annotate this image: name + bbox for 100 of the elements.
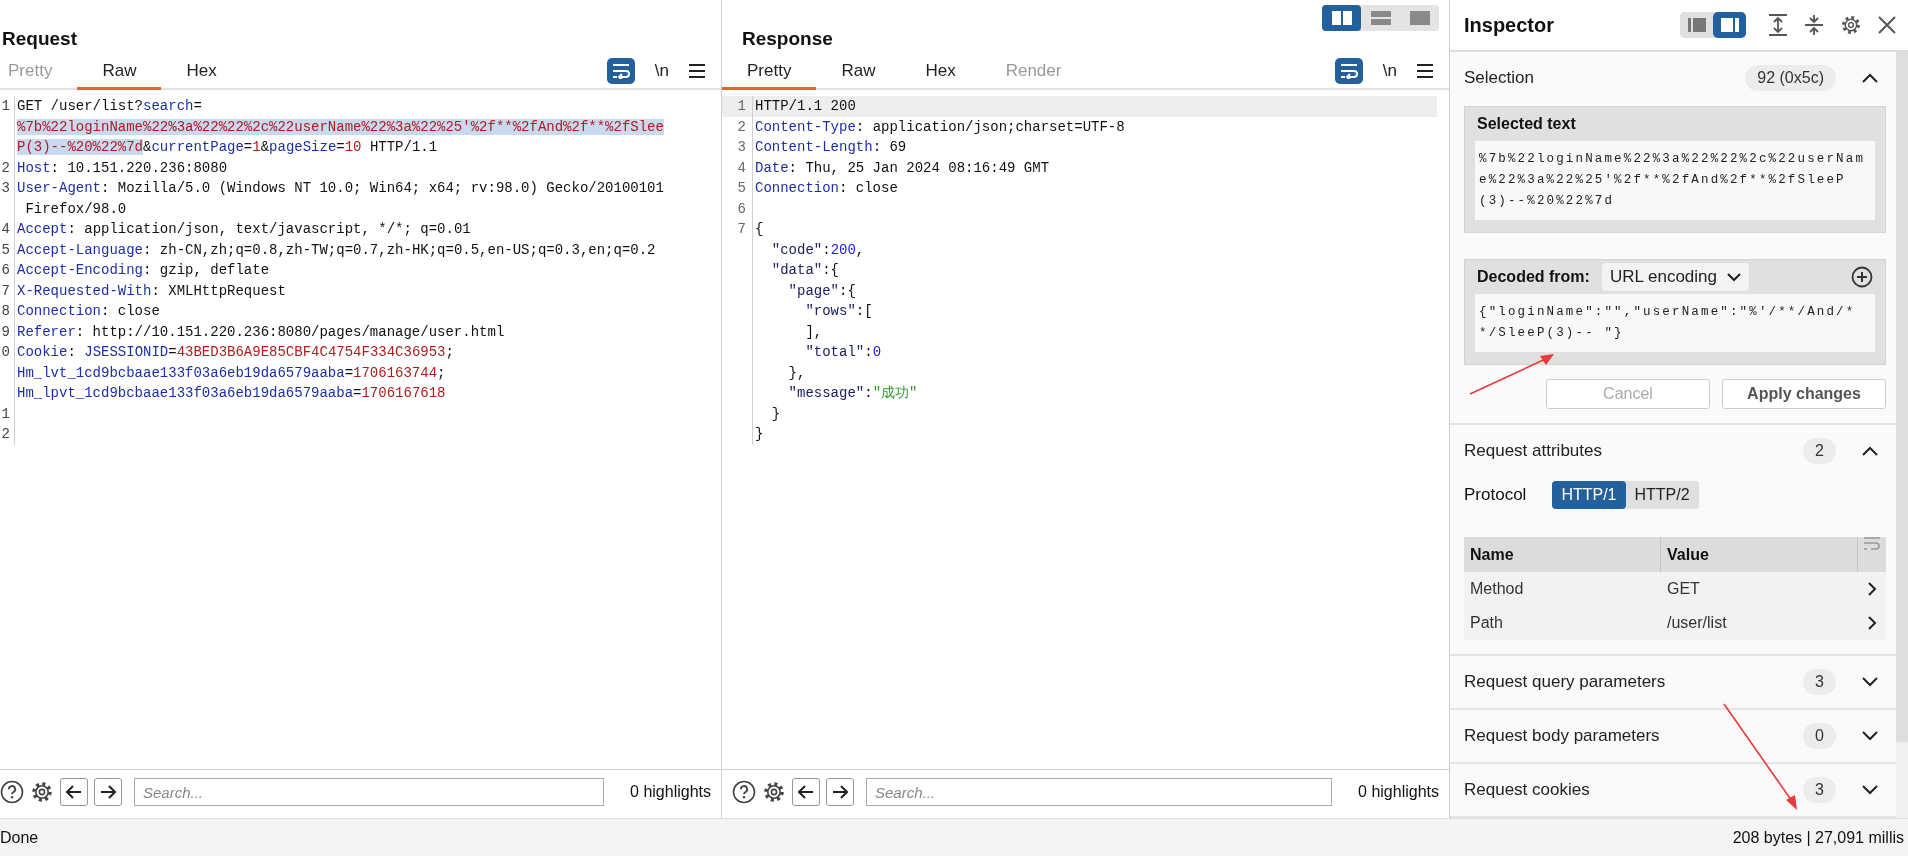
apply-button[interactable]: Apply changes	[1722, 379, 1886, 409]
section-title[interactable]: Request cookies	[1464, 780, 1804, 800]
code-text: }	[755, 426, 764, 442]
view-tab[interactable]: Raw	[77, 54, 162, 90]
chevron-icon[interactable]	[1862, 731, 1878, 741]
section-title[interactable]: Selection	[1464, 68, 1746, 88]
chevron-icon[interactable]	[1866, 581, 1877, 597]
encoding-dropdown[interactable]: URL encoding	[1601, 263, 1749, 291]
section-title[interactable]: Request body parameters	[1464, 726, 1804, 746]
code-text: : Thu, 25 Jan 2024 08:16:49 GMT	[788, 159, 1050, 176]
newline-toggle[interactable]: \n	[650, 61, 673, 81]
menu-icon[interactable]	[1417, 64, 1433, 78]
wrap-icon	[1338, 63, 1359, 79]
previous-button[interactable]	[60, 778, 88, 806]
code-text: Hm_lvt_1cd9bcbaae133f03a6eb19da6579aaba	[17, 364, 345, 381]
code-text: 43BED3B6A9E85CBF4C4754F334C36953	[176, 344, 446, 360]
line-number: 5	[722, 178, 753, 199]
code-text: :{	[822, 262, 840, 278]
code-text: 200	[830, 241, 856, 258]
code-text: : gzip, deflate	[143, 262, 270, 278]
previous-button[interactable]	[792, 778, 820, 806]
view-tab[interactable]: Hex	[161, 54, 242, 90]
code-text: ,	[855, 241, 865, 258]
search-field[interactable]: Search...	[866, 778, 1333, 806]
collapse-icon[interactable]	[1804, 14, 1824, 36]
code-text: search	[143, 98, 194, 114]
line-number: 7	[0, 280, 15, 301]
expand-icon[interactable]	[1768, 14, 1788, 36]
code-text: Content-Length	[755, 139, 873, 155]
search-field[interactable]: Search...	[134, 778, 605, 806]
chevron-icon[interactable]	[1862, 446, 1878, 456]
newline-toggle[interactable]: \n	[1378, 61, 1401, 81]
code-text: =	[336, 139, 345, 155]
next-button[interactable]	[826, 778, 854, 806]
chevron-icon[interactable]	[1862, 785, 1878, 795]
code-text: =	[353, 385, 362, 401]
line-number: 1	[0, 96, 15, 117]
column-header: Value	[1661, 537, 1858, 572]
panel-title: Request	[2, 28, 77, 50]
chevron-icon[interactable]	[1862, 73, 1878, 83]
wrap-lines-button[interactable]	[1334, 58, 1363, 84]
line-number: 5	[0, 239, 15, 260]
code-text: Hm_lpvt_1cd9bcbaae133f03a6eb19da6579aaba	[17, 385, 354, 401]
code-text: =	[243, 139, 253, 155]
section-title[interactable]: Request query parameters	[1464, 672, 1804, 692]
add-icon[interactable]	[1851, 266, 1873, 288]
section-title[interactable]: Request attributes	[1464, 441, 1804, 461]
code-text: %7b%22loginName%22%3a%22%22%2c%22userName%22%3a%22%25'%2f**%2fAnd%2f**%2fSlee	[17, 118, 664, 135]
code-text: Connection	[755, 180, 839, 196]
left-arrow-icon	[798, 785, 814, 799]
code-text: : application/json;charset=UTF-8	[855, 118, 1125, 135]
columns-icon	[1331, 11, 1352, 25]
chevron-icon	[1727, 272, 1741, 282]
line-number: 6	[0, 260, 15, 281]
count-badge: 2	[1803, 438, 1836, 464]
code-text: "rows"	[804, 303, 856, 319]
menu-icon[interactable]	[689, 64, 705, 78]
code-text: 1706163744	[353, 364, 438, 381]
help-icon[interactable]	[0, 780, 24, 804]
code-text: : application/json, text/javascript, */*; q=0.01	[67, 221, 471, 237]
protocol-option[interactable]: HTTP/1	[1552, 481, 1626, 509]
code-text: GET /user/list?	[17, 98, 144, 114]
line-number: 2	[0, 424, 15, 445]
code-text: },	[787, 364, 806, 381]
box-title: Decoded from:	[1477, 268, 1590, 286]
next-button[interactable]	[94, 778, 122, 806]
table-cell-text: Path	[1469, 614, 1504, 632]
view-tab[interactable]: Raw	[816, 54, 901, 90]
code-text: 10	[344, 139, 362, 155]
code-text: Cookie	[17, 344, 68, 360]
code-text: : close	[101, 303, 160, 319]
line-number: 3	[722, 137, 753, 158]
code-text: Content-Type	[755, 118, 856, 135]
line-number: 6	[722, 198, 753, 219]
code-text: =	[193, 98, 202, 114]
code-text: : Mozilla/5.0 (Windows NT 10.0; Win64; x64; rv:98.0) Gecko/20100101	[101, 180, 664, 196]
highlight-count: 0 highlights	[1358, 783, 1439, 801]
close-icon[interactable]	[1878, 16, 1896, 34]
settings-icon[interactable]	[1840, 14, 1862, 36]
settings-icon[interactable]	[30, 780, 54, 804]
decoded-text[interactable]: {"loginName":"","userName":"%'/**/And/**/SleeP(3)-- "}	[1475, 294, 1875, 352]
code-text: :	[67, 344, 77, 360]
code-text: "page"	[787, 282, 839, 299]
settings-icon[interactable]	[762, 780, 786, 804]
code-text: 0	[872, 344, 882, 360]
code-text: "code"	[770, 241, 823, 258]
columns-layout-button[interactable]	[1322, 5, 1361, 31]
panel-layout-button[interactable]	[1713, 12, 1746, 38]
chevron-icon[interactable]	[1866, 615, 1877, 631]
line-number: 2	[722, 116, 753, 137]
chevron-icon[interactable]	[1862, 677, 1878, 687]
code-text: "total"	[804, 344, 865, 360]
view-tab[interactable]: Hex	[900, 54, 981, 90]
code-text: "成功"	[872, 385, 918, 401]
code-text: &	[143, 139, 152, 155]
rows-icon	[1370, 11, 1391, 25]
view-tab[interactable]: Pretty	[722, 54, 817, 90]
scrollbar[interactable]	[1896, 52, 1908, 742]
help-icon[interactable]	[732, 780, 756, 804]
wrap-lines-button[interactable]	[606, 58, 635, 84]
